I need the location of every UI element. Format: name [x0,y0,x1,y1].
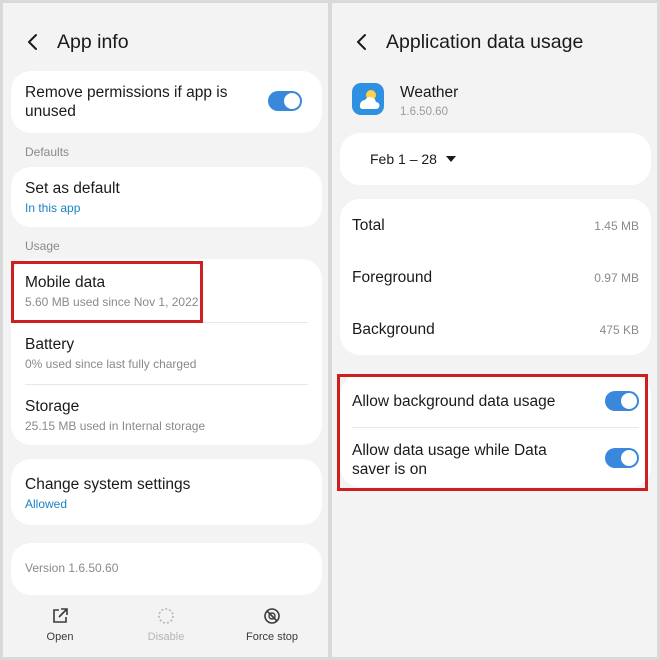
force-stop-label: Force stop [246,631,298,643]
foreground-row: Foreground 0.97 MB [352,269,639,287]
allow-background-toggle[interactable] [605,391,639,411]
allow-data-saver-item[interactable]: Allow data usage while Data saver is on [352,441,581,479]
storage-item[interactable]: Storage 25.15 MB used in Internal storag… [25,397,308,433]
open-button[interactable]: Open [20,607,100,643]
date-range-text: Feb 1 – 28 [370,151,437,167]
page-title: App info [57,30,129,53]
remove-permissions-toggle[interactable] [268,91,302,111]
force-stop-icon [264,608,280,624]
allow-background-item[interactable]: Allow background data usage [352,392,581,411]
system-settings-subtitle: Allowed [25,497,68,511]
set-default-subtitle: In this app [25,201,81,215]
battery-subtitle: 0% used since last fully charged [25,357,197,371]
total-label: Total [352,217,385,234]
weather-app-icon [352,83,384,115]
defaults-section-label: Defaults [25,145,70,159]
open-label: Open [46,631,74,643]
date-range-card: Feb 1 – 28 [340,133,651,185]
dropdown-caret-icon [445,156,456,162]
remove-permissions-label: Remove permissions if app is unused [25,84,228,120]
divider [25,322,308,323]
disable-icon [158,608,174,624]
mobile-data-title: Mobile data [25,274,106,291]
divider [352,427,639,428]
background-value: 475 KB [599,323,639,337]
version-text: Version 1.6.50.60 [25,561,119,575]
disable-button[interactable]: Disable [126,607,206,643]
background-label: Background [352,321,435,338]
app-name: Weather [400,84,459,101]
back-arrow-icon[interactable] [350,30,374,54]
storage-subtitle: 25.15 MB used in Internal storage [25,419,206,433]
disable-label: Disable [147,631,185,643]
usage-card: Mobile data 5.60 MB used since Nov 1, 20… [11,259,322,445]
force-stop-button[interactable]: Force stop [232,607,312,643]
total-row: Total 1.45 MB [352,217,639,235]
foreground-value: 0.97 MB [594,271,639,285]
system-settings-card[interactable]: Change system settings Allowed [11,459,322,525]
remove-permissions-card[interactable]: Remove permissions if app is unused [11,71,322,133]
battery-title: Battery [25,336,75,353]
data-usage-header: Application data usage [332,27,657,57]
divider [25,384,308,385]
data-toggles-card: Allow background data usage Allow data u… [340,375,651,487]
allow-data-saver-label: Allow data usage while Data saver is on [352,442,547,478]
page-title: Application data usage [386,30,584,53]
open-external-icon [53,608,68,623]
allow-background-label: Allow background data usage [352,393,556,410]
total-value: 1.45 MB [594,219,639,233]
version-card: Version 1.6.50.60 [11,543,322,595]
bottom-action-bar: Open Disable Force stop [3,599,328,657]
back-arrow-icon[interactable] [21,30,45,54]
mobile-data-subtitle: 5.60 MB used since Nov 1, 2022 [25,295,199,309]
battery-item[interactable]: Battery 0% used since last fully charged [25,335,308,371]
system-settings-title: Change system settings [25,476,191,493]
application-data-usage-screen: Application data usage Weather 1.6.50.60… [332,3,657,657]
app-info-screen: App info Remove permissions if app is un… [3,3,328,657]
app-info-header: App info [3,27,328,57]
mobile-data-item[interactable]: Mobile data 5.60 MB used since Nov 1, 20… [25,273,308,309]
set-default-card[interactable]: Set as default In this app [11,167,322,227]
usage-breakdown-card: Total 1.45 MB Foreground 0.97 MB Backgro… [340,199,651,355]
app-version: 1.6.50.60 [400,106,448,118]
allow-data-saver-toggle[interactable] [605,448,639,468]
usage-section-label: Usage [25,239,60,253]
background-row: Background 475 KB [352,321,639,339]
foreground-label: Foreground [352,269,433,286]
set-default-title: Set as default [25,180,120,197]
date-range-dropdown[interactable]: Feb 1 – 28 [370,151,457,167]
storage-title: Storage [25,398,80,415]
